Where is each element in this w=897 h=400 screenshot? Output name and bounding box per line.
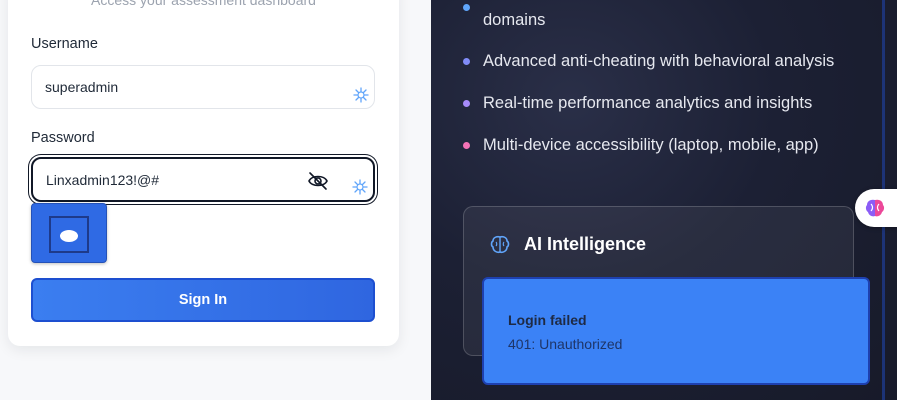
password-field[interactable]: Linxadmin123!@# xyxy=(31,157,375,202)
feature-item: Advanced anti-cheating with behavioral a… xyxy=(483,52,835,70)
toast-title: Login failed xyxy=(508,312,587,328)
login-card: Access your assessment dashboard Usernam… xyxy=(8,0,399,346)
eye-icon xyxy=(60,230,78,242)
password-popup-button[interactable] xyxy=(31,203,107,263)
feature-item: Multi-device accessibility (laptop, mobi… xyxy=(483,136,819,154)
popup-frame xyxy=(49,216,89,253)
sparkle-icon[interactable] xyxy=(351,178,369,196)
sparkle-icon[interactable] xyxy=(352,86,370,104)
bullet-dot xyxy=(463,142,470,149)
login-subtitle: Access your assessment dashboard xyxy=(91,0,316,8)
brain-icon xyxy=(490,235,510,254)
password-value: Linxadmin123!@# xyxy=(46,171,160,188)
assistant-button[interactable] xyxy=(855,189,897,227)
ai-card-title: AI Intelligence xyxy=(524,234,647,254)
toast-message: 401: Unauthorized xyxy=(508,336,623,352)
login-failed-toast[interactable]: Login failed 401: Unauthorized xyxy=(482,277,870,385)
feature-item: Real-time performance analytics and insi… xyxy=(483,94,813,112)
bullet-dot xyxy=(463,58,470,65)
username-field[interactable]: superadmin xyxy=(31,65,375,109)
brain-icon xyxy=(865,199,885,217)
username-value: superadmin xyxy=(45,79,119,95)
username-label: Username xyxy=(31,36,98,52)
bullet-dot xyxy=(463,100,470,107)
sign-in-button[interactable]: Sign In xyxy=(31,278,375,322)
feature-item: domains xyxy=(483,11,546,29)
eye-off-icon[interactable] xyxy=(307,170,329,192)
password-label: Password xyxy=(31,130,95,146)
bullet-dot xyxy=(463,4,470,11)
